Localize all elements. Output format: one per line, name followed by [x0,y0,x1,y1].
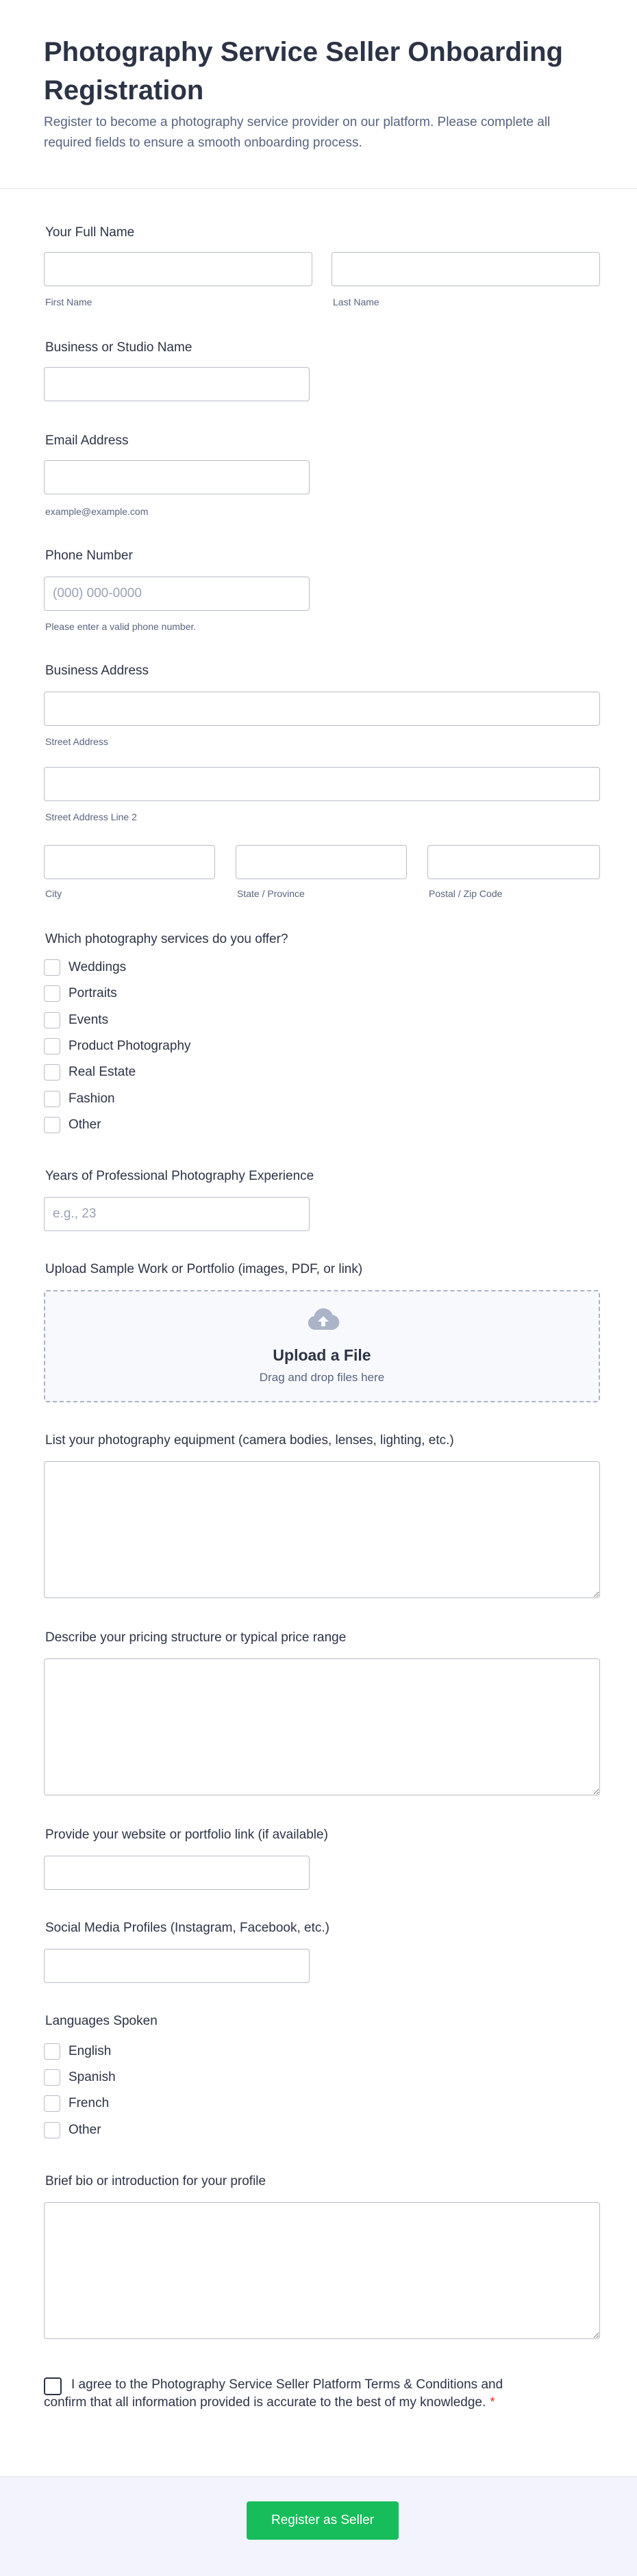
terms-checkbox[interactable] [44,2377,62,2395]
service-option-other[interactable]: Other [44,1116,101,1134]
upload-title: Upload a File [273,1346,371,1364]
option-label: Weddings [68,960,127,974]
page-subtitle: Register to become a photography service… [44,115,551,150]
state-sublabel: State / Province [237,888,305,899]
state-input[interactable] [236,845,407,879]
city-sublabel: City [45,888,62,899]
postal-code-sublabel: Postal / Zip Code [429,888,503,899]
option-label: Other [68,1117,101,1132]
service-option-portraits[interactable]: Portraits [44,985,117,1002]
phone-sublabel: Please enter a valid phone number. [45,621,197,632]
experience-input[interactable] [44,1197,310,1231]
website-label: Provide your website or portfolio link (… [45,1828,328,1842]
business-name-input[interactable] [44,367,310,401]
business-name-label: Business or Studio Name [45,340,192,355]
first-name-input[interactable] [44,252,312,286]
social-media-label: Social Media Profiles (Instagram, Facebo… [45,1921,330,1935]
register-button[interactable]: Register as Seller [247,2501,399,2540]
option-label: Real Estate [68,1065,136,1079]
page-title: Photography Service Seller Onboarding Re… [44,37,563,105]
first-name-sublabel: First Name [45,296,92,307]
last-name-input[interactable] [332,252,600,286]
postal-code-input[interactable] [427,845,600,879]
last-name-sublabel: Last Name [333,296,379,307]
language-option-french[interactable]: French [44,2095,109,2112]
address-label: Business Address [45,664,149,678]
pricing-textarea[interactable] [44,1658,600,1795]
experience-label: Years of Professional Photography Experi… [45,1169,314,1183]
checkbox[interactable] [44,1038,60,1055]
checkbox[interactable] [44,1117,60,1133]
equipment-label: List your photography equipment (camera … [45,1433,454,1448]
terms-agreement: I agree to the Photography Service Selle… [44,2376,537,2412]
checkbox[interactable] [44,2095,60,2112]
checkbox[interactable] [44,2043,60,2060]
language-option-spanish[interactable]: Spanish [44,2069,116,2086]
pricing-label: Describe your pricing structure or typic… [45,1630,347,1645]
service-option-events[interactable]: Events [44,1011,108,1029]
email-label: Email Address [45,433,129,448]
checkbox[interactable] [44,1091,60,1107]
checkbox[interactable] [44,1064,60,1081]
language-option-english[interactable]: English [44,2043,111,2060]
file-upload-dropzone[interactable]: Upload a File Drag and drop files here [44,1290,600,1402]
checkbox[interactable] [44,1012,60,1028]
services-label: Which photography services do you offer? [45,932,288,946]
service-option-weddings[interactable]: Weddings [44,959,126,976]
checkbox[interactable] [44,985,60,1002]
option-label: French [68,2096,110,2110]
cloud-upload-icon [308,1308,340,1330]
language-option-other[interactable]: Other [44,2121,101,2139]
option-label: Spanish [68,2070,116,2084]
terms-text-block: I agree to the Photography Service Selle… [44,2376,537,2412]
email-sublabel: example@example.com [45,506,149,517]
form-footer: Register as Seller [0,2476,637,2576]
option-label: English [68,2044,112,2058]
street-address-sublabel: Street Address [45,736,108,747]
website-input[interactable] [44,1856,310,1890]
equipment-textarea[interactable] [44,1461,600,1598]
upload-label: Upload Sample Work or Portfolio (images,… [45,1262,363,1276]
street-address-input[interactable] [44,692,600,726]
bio-textarea[interactable] [44,2202,600,2339]
checkbox[interactable] [44,2122,60,2138]
required-mark: * [490,2395,495,2410]
email-input[interactable] [44,460,310,494]
option-label: Other [68,2123,101,2137]
upload-subtitle: Drag and drop files here [259,1371,385,1384]
city-input[interactable] [44,845,215,879]
service-option-real-estate[interactable]: Real Estate [44,1063,136,1081]
social-media-input[interactable] [44,1949,310,1983]
terms-text: I agree to the Photography Service Selle… [44,2377,503,2410]
street-address-2-input[interactable] [44,767,600,801]
street-address-2-sublabel: Street Address Line 2 [45,811,137,822]
checkbox[interactable] [44,959,60,976]
full-name-label: Your Full Name [45,225,135,240]
service-option-fashion[interactable]: Fashion [44,1090,115,1108]
option-label: Fashion [68,1091,115,1106]
checkbox[interactable] [44,2069,60,2086]
form-header: Photography Service Seller Onboarding Re… [0,0,637,189]
bio-label: Brief bio or introduction for your profi… [45,2174,266,2188]
option-label: Events [68,1013,109,1027]
languages-label: Languages Spoken [45,2014,158,2028]
phone-input[interactable] [44,577,310,611]
service-option-product-photography[interactable]: Product Photography [44,1037,191,1055]
option-label: Product Photography [68,1039,191,1053]
phone-label: Phone Number [45,548,133,563]
option-label: Portraits [68,986,117,1000]
